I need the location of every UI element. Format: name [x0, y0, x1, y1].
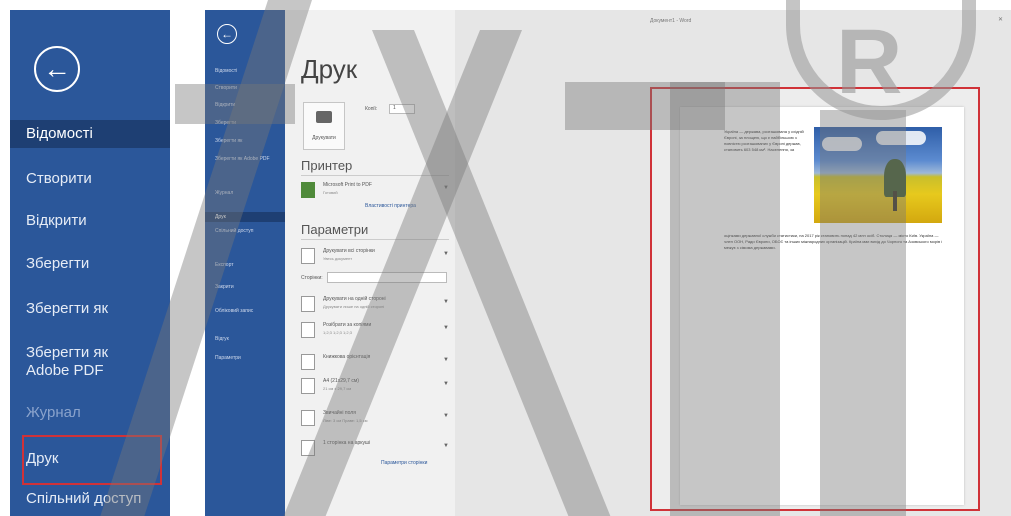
- chevron-down-icon: ▼: [443, 413, 449, 419]
- nav-item-large[interactable]: Зберегти: [10, 255, 170, 273]
- printer-status: Готовий: [323, 190, 338, 195]
- page-setup-link[interactable]: Параметри сторінки: [381, 460, 427, 466]
- nav-item-large[interactable]: Зберегти як: [10, 300, 170, 318]
- close-icon[interactable]: ✕: [998, 16, 1003, 23]
- watermark-registered-letter: R: [836, 11, 903, 113]
- pages-label: Сторінки:: [301, 275, 323, 281]
- nav-item-small[interactable]: Обліковий запис: [205, 308, 285, 315]
- watermark-shape: [565, 82, 725, 130]
- printer-name: Microsoft Print to PDF: [323, 182, 372, 188]
- printer-icon: [316, 111, 332, 123]
- chevron-down-icon: ▼: [443, 325, 449, 331]
- chevron-down-icon: ▼: [443, 299, 449, 305]
- document-title: Документ1 - Word: [650, 18, 692, 24]
- back-arrow-icon[interactable]: ←: [34, 46, 80, 92]
- nav-item-large[interactable]: Зберегти як Adobe PDF: [10, 344, 140, 380]
- back-arrow-icon-small[interactable]: ←: [217, 24, 237, 44]
- copies-label: Копії:: [365, 106, 378, 112]
- setting-icon: [301, 248, 315, 264]
- watermark-shape: [820, 110, 906, 516]
- setting-icon: [301, 410, 315, 426]
- nav-item-large[interactable]: Відкрити: [10, 212, 170, 230]
- page-title: Друк: [301, 54, 358, 84]
- setting-icon: [301, 322, 315, 338]
- chevron-down-icon: ▼: [443, 357, 449, 363]
- chevron-down-icon: ▼: [443, 443, 449, 449]
- printer-header: Принтер: [301, 158, 353, 173]
- setting-icon: [301, 378, 315, 394]
- chevron-down-icon: ▼: [443, 251, 449, 257]
- nav-item-small[interactable]: Параметри: [205, 355, 285, 362]
- print-button-label: Друкувати: [312, 135, 336, 141]
- setting-icon: [301, 354, 315, 370]
- nav-item-large[interactable]: Створити: [10, 170, 170, 188]
- setting-title: Друкувати всі сторінки: [323, 248, 375, 254]
- setting-subtitle: 1;2;3 1;2;3 1;2;3: [323, 330, 352, 335]
- nav-item-small[interactable]: Відгук: [205, 336, 285, 343]
- setting-icon: [301, 296, 315, 312]
- watermark-shape: [670, 82, 780, 516]
- printer-status-icon: [301, 182, 315, 198]
- print-button[interactable]: Друкувати: [303, 102, 345, 150]
- chevron-down-icon: ▼: [443, 381, 449, 387]
- nav-item-large[interactable]: Відомості: [10, 120, 170, 148]
- settings-header: Параметри: [301, 222, 369, 237]
- setting-subtitle: Увесь документ: [323, 256, 353, 261]
